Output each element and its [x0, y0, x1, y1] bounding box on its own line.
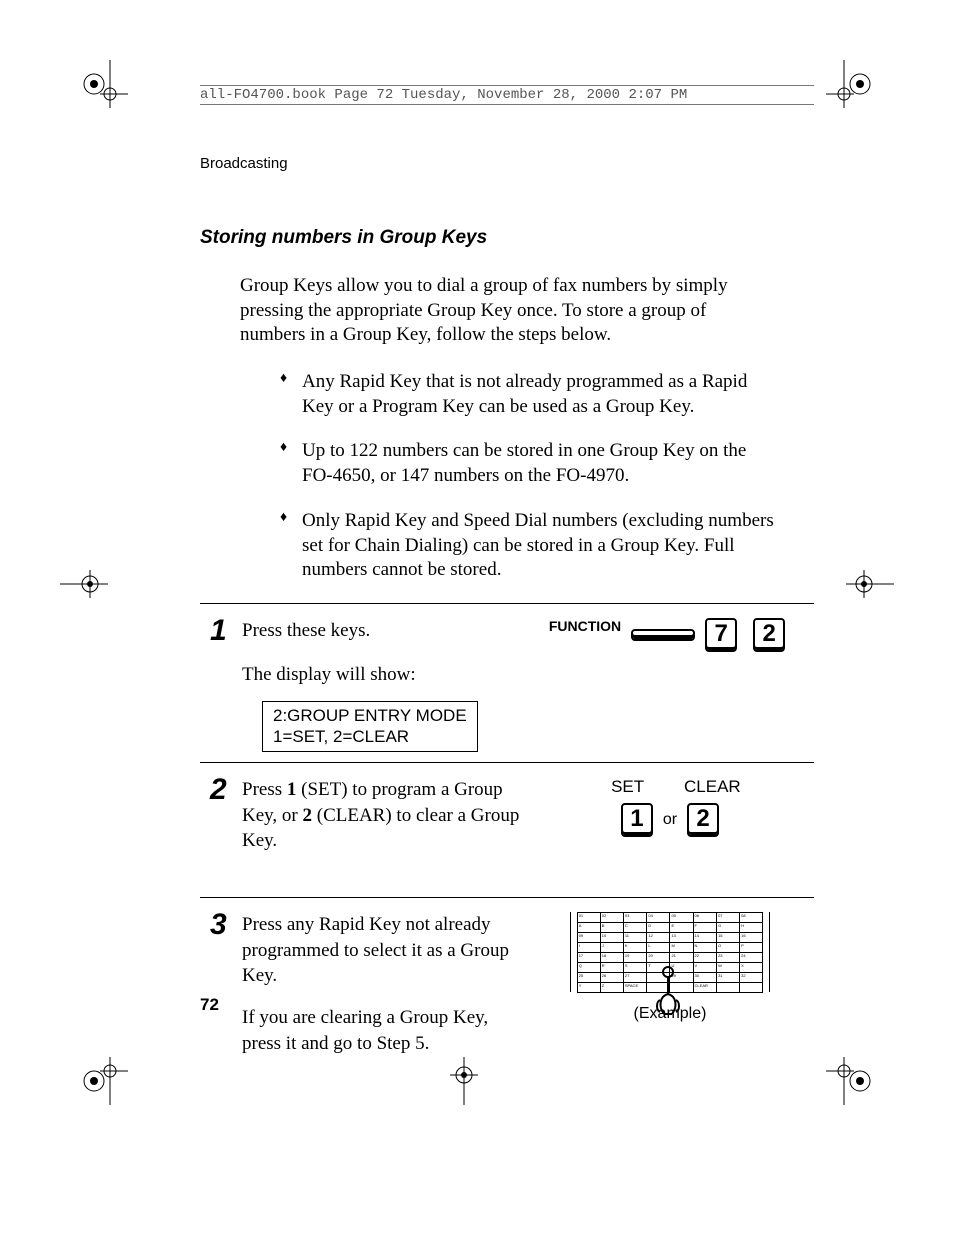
number-key-2: 2 — [753, 618, 785, 652]
step-text: Press these keys. — [242, 618, 522, 644]
chapter-title: Broadcasting — [200, 155, 814, 172]
clear-label: CLEAR — [672, 777, 752, 797]
set-label: SET — [588, 777, 668, 797]
list-item: Up to 122 numbers can be stored in one G… — [280, 439, 774, 488]
crop-mark-icon — [60, 560, 108, 608]
step-3: 3 Press any Rapid Key not already progra… — [200, 897, 814, 1072]
page-number: 72 — [200, 995, 219, 1015]
step-2: 2 Press 1 (SET) to program a Group Key, … — [200, 762, 814, 887]
step-1: 1 Press these keys. The display will sho… — [200, 603, 814, 752]
list-item: Any Rapid Key that is not already progra… — [280, 370, 774, 419]
crop-mark-icon — [826, 60, 874, 108]
step-number: 1 — [210, 614, 227, 648]
or-text: or — [663, 811, 677, 828]
rapid-key-keypad-icon: 0102030405060708 ABCDEFGH 09101112131415… — [570, 912, 770, 993]
display-line: 2:GROUP ENTRY MODE — [273, 706, 467, 726]
pointing-hand-icon — [650, 966, 690, 1022]
list-item: Only Rapid Key and Speed Dial numbers (e… — [280, 509, 774, 583]
step-text: The display will show: — [242, 662, 522, 688]
step-number: 3 — [210, 908, 227, 942]
crop-mark-icon — [826, 1057, 874, 1105]
number-key-7: 7 — [705, 618, 737, 652]
document-page: all-FO4700.book Page 72 Tuesday, Novembe… — [0, 0, 954, 1235]
crop-mark-icon — [80, 1057, 128, 1105]
pdf-header: all-FO4700.book Page 72 Tuesday, Novembe… — [200, 85, 814, 105]
step-number: 2 — [210, 773, 227, 807]
crop-mark-icon — [80, 60, 128, 108]
number-key-2: 2 — [687, 803, 719, 837]
function-label: FUNCTION — [549, 618, 621, 634]
crop-mark-icon — [846, 560, 894, 608]
intro-paragraph: Group Keys allow you to dial a group of … — [240, 274, 774, 348]
section-title: Storing numbers in Group Keys — [200, 227, 814, 249]
display-line: 1=SET, 2=CLEAR — [273, 727, 467, 747]
step-text: Press any Rapid Key not already programm… — [242, 912, 522, 989]
number-key-1: 1 — [621, 803, 653, 837]
notes-list: Any Rapid Key that is not already progra… — [240, 370, 774, 583]
lcd-display: 2:GROUP ENTRY MODE 1=SET, 2=CLEAR — [262, 701, 478, 752]
step-text: If you are clearing a Group Key, press i… — [242, 1005, 522, 1056]
function-key-icon — [631, 629, 695, 641]
step-text: Press 1 (SET) to program a Group Key, or… — [242, 777, 522, 854]
